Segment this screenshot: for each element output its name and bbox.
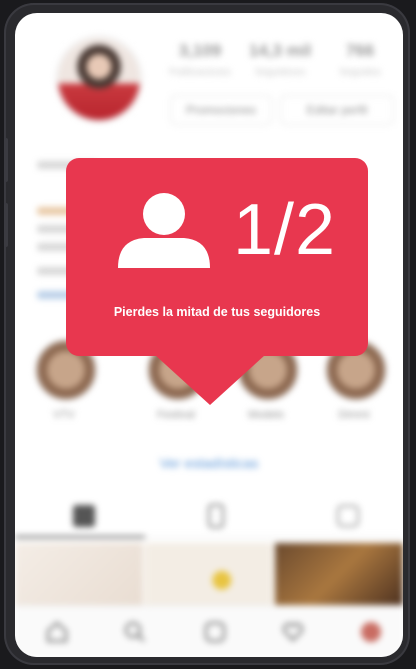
home-icon[interactable] <box>45 620 69 644</box>
highlight-label: VTV <box>53 409 75 421</box>
edit-profile-button[interactable]: Editar perfil <box>280 95 394 125</box>
stat-followers-label: Seguidores <box>254 67 306 78</box>
search-icon[interactable] <box>123 620 147 644</box>
post-thumbnail[interactable] <box>15 543 143 605</box>
grid-icon[interactable] <box>71 503 97 529</box>
reels-tab-icon[interactable] <box>203 503 229 529</box>
view-stats-link[interactable]: Ver estadísticas <box>15 455 403 471</box>
stat-posts-label: Publicaciones <box>169 67 231 78</box>
user-icon <box>118 193 210 268</box>
notification-pointer <box>155 355 265 405</box>
bottom-nav <box>15 605 403 657</box>
volume-down-button <box>4 203 8 247</box>
reels-icon[interactable] <box>203 620 227 644</box>
profile-icon[interactable] <box>359 620 383 644</box>
post-thumbnail[interactable] <box>275 543 403 605</box>
tagged-icon[interactable] <box>335 503 361 529</box>
stat-followers[interactable]: 14,3 mil Seguidores <box>245 41 315 78</box>
active-tab-indicator <box>15 536 145 538</box>
stat-posts-value: 3,109 <box>178 41 222 60</box>
notification-caption: Pierdes la mitad de tus seguidores <box>113 305 321 319</box>
post-thumbnail[interactable] <box>145 543 273 605</box>
avatar[interactable] <box>55 35 143 123</box>
volume-up-button <box>4 138 8 182</box>
stat-posts[interactable]: 3,109 Publicaciones <box>165 41 235 78</box>
heart-icon[interactable] <box>281 620 305 644</box>
stat-followers-value: 14,3 mil <box>248 41 312 60</box>
highlight-label: Festival <box>157 409 195 421</box>
highlight-label: Modelo <box>247 409 285 421</box>
stat-following-label: Seguidos <box>339 67 381 78</box>
stat-following[interactable]: 766 Seguidos <box>325 41 395 78</box>
follower-ratio: 1/2 <box>233 190 337 270</box>
highlight-label: Dimmi <box>338 409 370 421</box>
stat-following-value: 766 <box>345 41 375 60</box>
promotions-button[interactable]: Promociones <box>170 95 272 125</box>
